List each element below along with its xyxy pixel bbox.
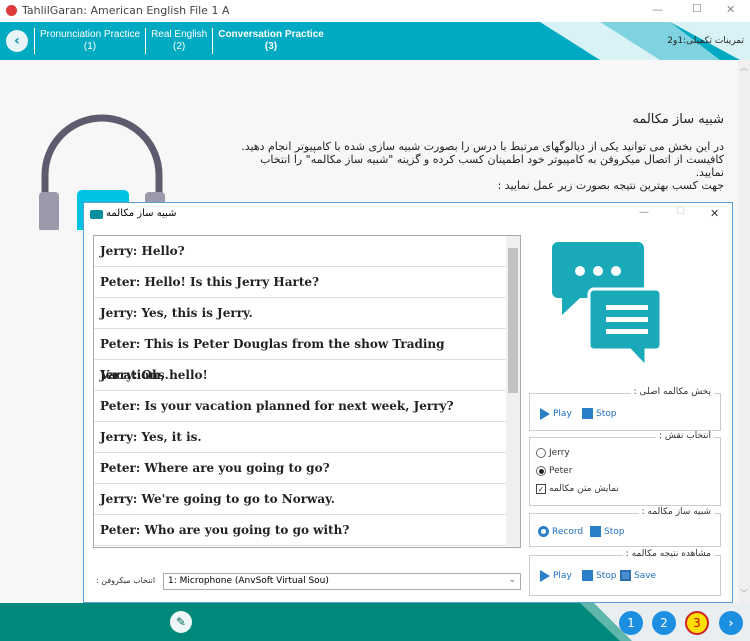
dialog-close-button[interactable]: ✕ — [710, 207, 719, 220]
list-scrollbar[interactable] — [506, 236, 520, 547]
mic-label: انتخاب میکروفن : — [96, 576, 156, 585]
play-result-button[interactable]: Play — [540, 570, 572, 582]
stop-icon — [582, 408, 593, 419]
tab-label: Real English — [151, 29, 208, 40]
dialogue-line[interactable]: Jerry: Yes, it is. — [94, 422, 506, 453]
group-label: انتخاب نقش : — [655, 431, 714, 441]
scroll-up-icon[interactable]: ︿ — [740, 62, 748, 73]
conversation-icon — [552, 242, 662, 371]
button-label: Save — [634, 570, 657, 581]
dialogue-line[interactable]: Peter: This is Peter Douglas from the sh… — [94, 329, 506, 382]
chat-icon — [90, 210, 103, 219]
radio-label: Jerry — [549, 448, 570, 458]
checkbox-label: نمایش متن مکالمه — [549, 484, 619, 494]
group-label: شبیه ساز مکالمه : — [638, 507, 714, 517]
conversation-simulator-dialog: شبیه ساز مکالمه — ☐ ✕ Jerry: Hello? Pete… — [83, 202, 733, 603]
stop-original-button[interactable]: Stop — [582, 408, 616, 419]
title-bar: TahlilGaran: American English File 1 A —… — [0, 0, 750, 22]
radio-selected-icon — [536, 466, 546, 476]
radio-label: Peter — [549, 466, 573, 476]
dialog-title: شبیه ساز مکالمه — [106, 208, 177, 219]
exercise-label: تمرینات تکمیلی:1و2 — [667, 36, 744, 46]
button-label: Record — [552, 526, 584, 537]
button-label: Play — [553, 409, 572, 419]
button-label: Stop — [596, 408, 617, 419]
dialogue-line[interactable]: Jerry: Yes, this is Jerry. — [94, 298, 506, 329]
intro-line: در این بخش می توانید یکی از دیالوگهای مر… — [241, 140, 724, 153]
save-icon — [620, 570, 631, 581]
dialogue-line[interactable]: Peter: Who are you going to go with? — [94, 515, 506, 546]
dialog-maximize-button[interactable]: ☐ — [676, 206, 685, 217]
dialogue-line[interactable]: Jerry: Hello? — [94, 236, 506, 267]
original-playback-group: پخش مکالمه اصلی : Play Stop — [529, 387, 721, 431]
tab-number: (2) — [173, 41, 186, 52]
chevron-down-icon: ⌄ — [508, 575, 516, 585]
role-selection-group: انتخاب نقش : Jerry Peter ✓ نمایش متن مکال… — [529, 431, 721, 506]
dialogue-list[interactable]: Jerry: Hello? Peter: Hello! Is this Jerr… — [93, 235, 521, 548]
button-label: Stop — [596, 570, 617, 581]
play-icon — [540, 408, 550, 420]
show-text-checkbox[interactable]: ✓ نمایش متن مکالمه — [536, 484, 619, 494]
stop-record-button[interactable]: Stop — [590, 526, 624, 537]
tab-strip: Pronunciation Practice (1) Real English (2… — [34, 28, 329, 54]
save-result-button[interactable]: Save — [620, 570, 656, 581]
intro-line: جهت کسب بهترین نتیجه بصورت زیر عمل نمایی… — [497, 179, 724, 192]
stop-result-button[interactable]: Stop — [582, 570, 616, 581]
tab-label: Pronunciation Practice — [40, 29, 141, 40]
button-label: Play — [553, 571, 572, 581]
back-button[interactable]: ‹ — [6, 30, 28, 52]
tab-number: (3) — [264, 41, 278, 52]
footer-bar: ✎ 1 2 3 › — [0, 603, 750, 641]
group-label: پخش مکالمه اصلی : — [630, 387, 714, 397]
scroll-down-icon[interactable]: ﹀ — [740, 588, 748, 599]
dialogue-line[interactable]: Jerry: Oh, hello! — [94, 360, 506, 391]
simulator-group: شبیه ساز مکالمه : Record Stop — [529, 507, 721, 547]
section-header: ‹ Pronunciation Practice (1) Real English… — [0, 22, 750, 60]
microphone-select[interactable]: 1: Microphone (AnvSoft Virtual Sou) ⌄ — [163, 573, 521, 590]
pencil-icon: ✎ — [175, 615, 187, 629]
page-scrollbar[interactable]: ︿ ﹀ — [738, 60, 750, 603]
app-icon — [6, 5, 17, 16]
role-peter-radio[interactable]: Peter — [536, 466, 572, 476]
page-2-button[interactable]: 2 — [652, 611, 676, 635]
page-3-button-current[interactable]: 3 — [685, 611, 709, 635]
dialogue-line[interactable]: Peter: Where are you going to go? — [94, 453, 506, 484]
chevron-right-icon: › — [728, 616, 734, 630]
tab-real-english[interactable]: Real English (2) — [145, 28, 212, 54]
minimize-button[interactable]: — — [652, 3, 663, 16]
intro-line: نمایید. — [695, 166, 724, 179]
mic-value: 1: Microphone (AnvSoft Virtual Sou) — [168, 576, 329, 586]
record-icon — [538, 526, 549, 537]
edit-button[interactable]: ✎ — [170, 611, 192, 633]
role-jerry-radio[interactable]: Jerry — [536, 448, 570, 458]
tab-label: Conversation Practice — [218, 29, 324, 40]
play-original-button[interactable]: Play — [540, 408, 572, 420]
close-button[interactable]: ✕ — [726, 3, 735, 16]
next-page-button[interactable]: › — [719, 611, 743, 635]
button-label: Stop — [604, 526, 625, 537]
intro-text: در این بخش می توانید یکی از دیالوگهای مر… — [184, 140, 724, 192]
record-button[interactable]: Record — [538, 526, 583, 537]
tab-number: (1) — [83, 41, 97, 52]
page-1-button[interactable]: 1 — [619, 611, 643, 635]
intro-title: شبیه ساز مکالمه — [632, 112, 724, 127]
dialogue-line[interactable]: Peter: Is your vacation planned for next… — [94, 391, 506, 422]
checkbox-checked-icon: ✓ — [536, 484, 546, 494]
stop-icon — [590, 526, 601, 537]
window-title: TahlilGaran: American English File 1 A — [22, 4, 230, 17]
result-group: مشاهده نتیجه مکالمه : Play Stop Save — [529, 549, 721, 596]
maximize-button[interactable]: ☐ — [692, 2, 702, 15]
dialog-minimize-button[interactable]: — — [639, 207, 649, 218]
play-icon — [540, 570, 550, 582]
tab-conversation-practice[interactable]: Conversation Practice (3) — [212, 28, 329, 54]
radio-icon — [536, 448, 546, 458]
intro-line: کافیست از اتصال میکروفن به کامپیوتر خود … — [260, 153, 724, 166]
dialogue-line[interactable]: Peter: Hello! Is this Jerry Harte? — [94, 267, 506, 298]
dialogue-line[interactable]: Jerry: We're going to go to Norway. — [94, 484, 506, 515]
group-label: مشاهده نتیجه مکالمه : — [622, 549, 714, 559]
stop-icon — [582, 570, 593, 581]
tab-pronunciation-practice[interactable]: Pronunciation Practice (1) — [34, 28, 145, 54]
scrollbar-thumb[interactable] — [508, 248, 518, 393]
